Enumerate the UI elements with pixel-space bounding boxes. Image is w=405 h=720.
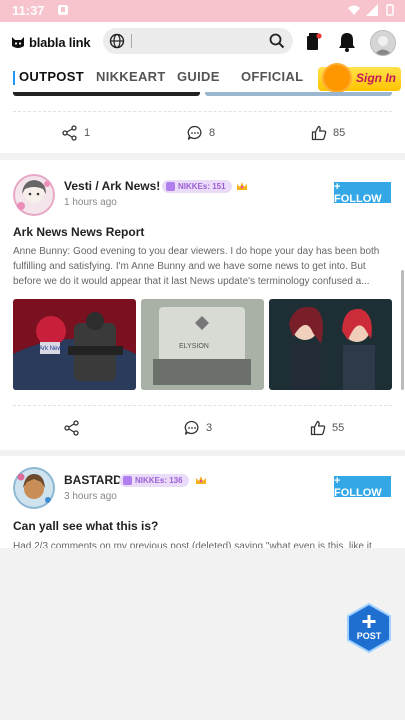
globe-icon[interactable] xyxy=(109,33,125,49)
tab-outpost[interactable]: OUTPOST xyxy=(19,69,84,84)
share-count: 1 xyxy=(84,127,91,139)
status-time: 11:37 xyxy=(12,3,45,18)
badge-text: NIKKEs: 151 xyxy=(178,182,226,191)
post-card: 1 8 85 xyxy=(0,92,405,153)
post-image[interactable] xyxy=(269,299,392,390)
tab-nikkeart[interactable]: NIKKEART xyxy=(96,69,166,84)
image-text: Ark News xyxy=(39,346,65,352)
logo-icon xyxy=(12,37,24,48)
post-card: Vesti / Ark News! NIKKEs: 151 1 hours ag… xyxy=(0,160,405,450)
app-header: blabla link xyxy=(0,22,405,62)
thumbs-up-icon xyxy=(310,420,326,436)
create-post-button[interactable]: POST xyxy=(346,602,392,654)
nikke-count-badge: NIKKEs: 151 xyxy=(162,180,232,193)
post-image-gallery: Ark News ELYSION xyxy=(13,299,392,390)
search-icon[interactable] xyxy=(269,33,285,49)
post-excerpt[interactable]: Had 2/3 comments on my previous post (de… xyxy=(13,539,391,548)
active-tab-indicator xyxy=(13,71,15,85)
logo-text: blabla link xyxy=(29,34,91,50)
wifi-icon xyxy=(348,5,360,15)
crown-icon xyxy=(237,182,247,190)
author-avatar[interactable] xyxy=(13,174,55,216)
profile-avatar[interactable] xyxy=(370,30,396,56)
nikke-count-badge: NIKKEs: 136 xyxy=(119,474,189,487)
comment-button[interactable]: 3 xyxy=(184,420,212,436)
battery-icon xyxy=(386,4,394,16)
notification-icon xyxy=(58,5,68,15)
author-name[interactable]: Vesti / Ark News! xyxy=(64,179,160,193)
avatar-image xyxy=(13,467,55,509)
gift-card-icon[interactable] xyxy=(305,31,323,53)
character-art-image xyxy=(269,299,392,390)
post-label: POST xyxy=(356,631,382,641)
like-count: 85 xyxy=(333,127,346,139)
news-studio-image: Ark News xyxy=(13,299,136,390)
user-avatar-icon xyxy=(371,31,395,55)
comment-count: 3 xyxy=(206,422,213,434)
comment-icon xyxy=(187,125,202,140)
author-avatar[interactable] xyxy=(13,467,55,509)
tab-guide[interactable]: GUIDE xyxy=(177,69,220,84)
post-title[interactable]: Can yall see what this is? xyxy=(13,519,158,533)
tab-official[interactable]: OFFICIAL xyxy=(241,69,303,84)
post-image[interactable]: ELYSION xyxy=(141,299,264,390)
share-icon xyxy=(64,420,79,436)
status-bar: 11:37 xyxy=(0,0,405,22)
hexagon-post-icon xyxy=(347,602,391,654)
comment-count: 8 xyxy=(209,127,216,139)
share-button[interactable]: 1 xyxy=(62,125,90,141)
post-image-bottom xyxy=(13,92,200,96)
post-image[interactable]: Ark News xyxy=(13,299,136,390)
like-count: 55 xyxy=(332,422,345,434)
crown-icon xyxy=(196,476,206,484)
share-button[interactable] xyxy=(64,420,86,436)
follow-button[interactable]: + FOLLOW xyxy=(334,475,391,499)
post-card: BASTARD NIKKEs: 136 3 hours ago + FOLLOW… xyxy=(0,456,405,548)
sign-in-button[interactable]: Sign In xyxy=(318,63,401,93)
gift-box-icon xyxy=(322,63,352,93)
comment-icon xyxy=(184,420,199,435)
thumbs-up-icon xyxy=(311,125,327,141)
like-button[interactable]: 55 xyxy=(310,420,344,436)
post-excerpt[interactable]: Anne Bunny: Good evening to you dear vie… xyxy=(13,244,391,289)
search-bar[interactable] xyxy=(103,28,293,54)
author-name[interactable]: BASTARD xyxy=(64,473,122,487)
post-title[interactable]: Ark News News Report xyxy=(13,225,144,239)
comment-button[interactable]: 8 xyxy=(187,125,215,141)
post-time: 3 hours ago xyxy=(64,491,117,502)
sign-in-label: Sign In xyxy=(356,71,396,85)
nikke-icon xyxy=(123,476,132,485)
avatar-image xyxy=(13,174,55,216)
elysion-robot-image: ELYSION xyxy=(141,299,264,390)
post-time: 1 hours ago xyxy=(64,197,117,208)
post-image-bottom xyxy=(205,92,392,96)
like-button[interactable]: 85 xyxy=(311,125,345,141)
share-icon xyxy=(62,125,77,141)
bell-icon[interactable] xyxy=(338,31,356,53)
badge-text: NIKKEs: 136 xyxy=(135,476,183,485)
scrollbar[interactable] xyxy=(401,270,404,390)
nikke-icon xyxy=(166,182,175,191)
follow-button[interactable]: + FOLLOW xyxy=(334,181,391,205)
signal-icon xyxy=(366,4,378,16)
image-text: ELYSION xyxy=(179,343,209,350)
search-separator xyxy=(131,34,132,48)
divider xyxy=(13,405,392,406)
blabla-link-logo[interactable]: blabla link xyxy=(10,32,91,52)
divider xyxy=(13,111,392,112)
